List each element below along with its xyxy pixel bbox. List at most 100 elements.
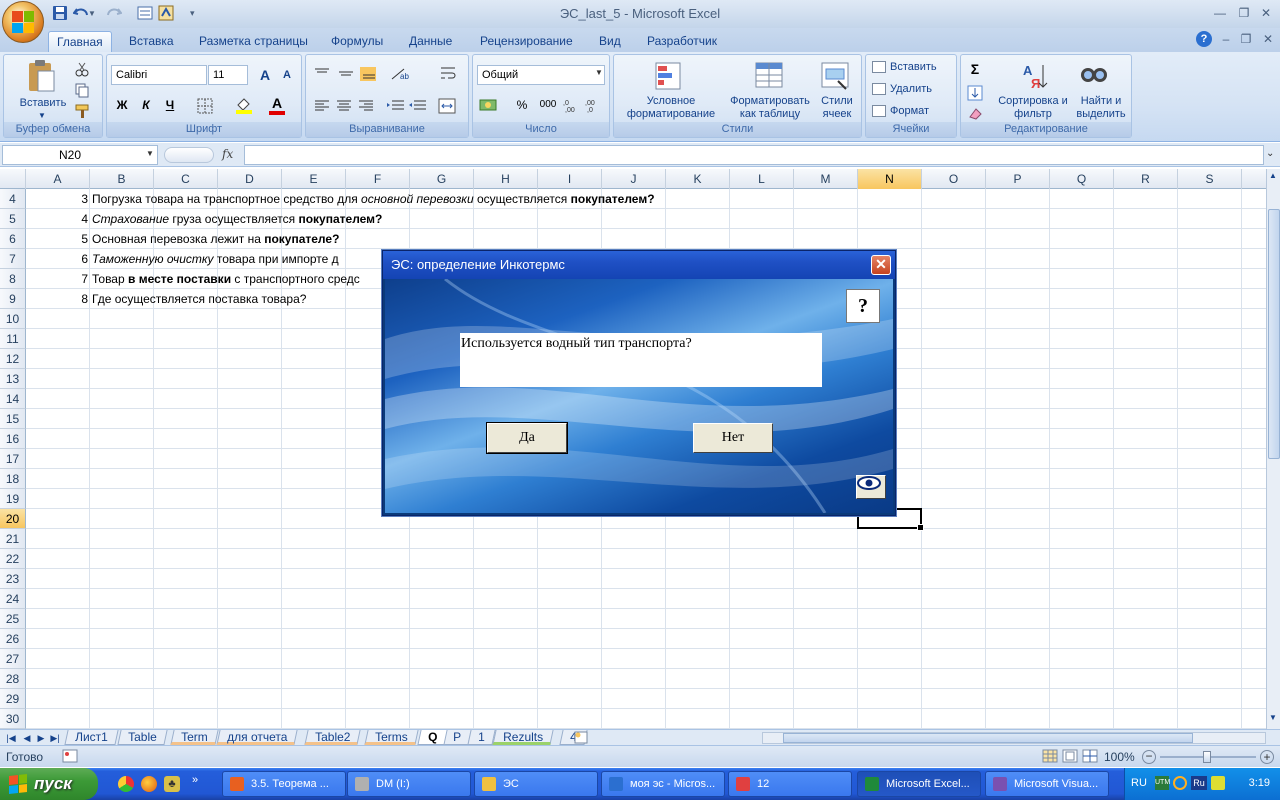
- column-header-f[interactable]: F: [346, 169, 410, 189]
- firefox-icon[interactable]: [141, 776, 157, 792]
- vertical-scrollbar[interactable]: ▲ ▼: [1266, 169, 1280, 729]
- paste-dropdown-icon[interactable]: ▼: [38, 111, 46, 120]
- restore-icon[interactable]: ❐: [1234, 6, 1254, 20]
- align-left-icon[interactable]: [312, 99, 376, 116]
- taskbar-task[interactable]: моя эс - Micros...: [601, 771, 725, 797]
- quicklaunch-more-icon[interactable]: »: [192, 774, 198, 786]
- tab-formulas[interactable]: Формулы: [323, 31, 391, 52]
- find-select-icon[interactable]: [1079, 61, 1109, 94]
- sort-filter-icon[interactable]: AЯ: [1021, 61, 1051, 94]
- column-header-p[interactable]: P: [986, 169, 1050, 189]
- doc-close-icon[interactable]: ✕: [1258, 32, 1278, 46]
- cell-b[interactable]: Товар в месте поставки с транспортного с…: [92, 269, 360, 289]
- row-header-14[interactable]: 14: [0, 389, 26, 409]
- cell-a[interactable]: 7: [26, 269, 90, 289]
- cell-a[interactable]: 6: [26, 249, 90, 269]
- column-header-d[interactable]: D: [218, 169, 282, 189]
- fill-color-icon[interactable]: [235, 96, 253, 117]
- cell-a[interactable]: 3: [26, 189, 90, 209]
- close-icon[interactable]: ✕: [1256, 6, 1276, 20]
- paste-icon[interactable]: [26, 59, 56, 93]
- normal-view-icon[interactable]: [1042, 749, 1058, 766]
- row-header-16[interactable]: 16: [0, 429, 26, 449]
- column-header-h[interactable]: H: [474, 169, 538, 189]
- horizontal-scrollbar[interactable]: [762, 732, 1266, 744]
- row-header-17[interactable]: 17: [0, 449, 26, 469]
- no-button[interactable]: Нет: [693, 423, 773, 453]
- taskbar-task[interactable]: 3.5. Теорема ...: [222, 771, 346, 797]
- cell-a[interactable]: 4: [26, 209, 90, 229]
- orientation-icon[interactable]: ab: [390, 67, 414, 84]
- insert-function-icon[interactable]: fx: [222, 147, 233, 161]
- macro-record-icon[interactable]: [62, 749, 78, 766]
- sheet-tab[interactable]: Q: [417, 730, 448, 745]
- cell-b[interactable]: Где осуществляется поставка товара?: [92, 289, 306, 309]
- dialog-help-button[interactable]: ?: [846, 289, 880, 323]
- vertical-scroll-thumb[interactable]: [1268, 209, 1280, 459]
- page-layout-view-icon[interactable]: [1062, 749, 1078, 766]
- row-header-21[interactable]: 21: [0, 529, 26, 549]
- zoom-in-icon[interactable]: +: [1260, 750, 1274, 764]
- row-header-13[interactable]: 13: [0, 369, 26, 389]
- align-top-icon[interactable]: [312, 67, 378, 84]
- taskbar-task[interactable]: Microsoft Visua...: [985, 771, 1109, 797]
- column-header-g[interactable]: G: [410, 169, 474, 189]
- column-header-s[interactable]: S: [1178, 169, 1242, 189]
- office-button[interactable]: [2, 1, 44, 43]
- copy-icon[interactable]: [74, 82, 90, 101]
- name-box-dropdown-icon[interactable]: ▼: [146, 149, 154, 158]
- prev-sheet-icon[interactable]: ◀: [20, 731, 34, 745]
- taskbar-task[interactable]: Microsoft Excel...: [857, 771, 981, 797]
- name-box[interactable]: N20: [2, 145, 158, 165]
- shrink-font-button[interactable]: A: [277, 65, 297, 85]
- conditional-format-button[interactable]: Условное форматирование: [616, 95, 726, 121]
- minimize-icon[interactable]: —: [1210, 6, 1230, 20]
- find-select-button[interactable]: Найти и выделить: [1071, 95, 1131, 121]
- language-indicator[interactable]: RU: [1131, 777, 1147, 789]
- eye-button[interactable]: [856, 475, 886, 499]
- column-header-r[interactable]: R: [1114, 169, 1178, 189]
- row-header-10[interactable]: 10: [0, 309, 26, 329]
- row-header-18[interactable]: 18: [0, 469, 26, 489]
- row-header-8[interactable]: 8: [0, 269, 26, 289]
- row-header-22[interactable]: 22: [0, 549, 26, 569]
- sheet-tab[interactable]: Rezults: [492, 730, 554, 745]
- tray-app-icon[interactable]: [1173, 776, 1187, 790]
- zoom-slider-thumb[interactable]: [1203, 751, 1211, 763]
- sheet-tab[interactable]: Term: [170, 730, 219, 745]
- merge-center-icon[interactable]: [438, 98, 456, 117]
- next-sheet-icon[interactable]: ▶: [34, 731, 48, 745]
- tab-developer[interactable]: Разработчик: [639, 31, 725, 52]
- taskbar-task[interactable]: 12: [728, 771, 852, 797]
- help-icon[interactable]: ?: [1196, 31, 1212, 47]
- grow-font-button[interactable]: A: [255, 65, 275, 85]
- doc-restore-icon[interactable]: ❐: [1236, 32, 1256, 46]
- row-header-9[interactable]: 9: [0, 289, 26, 309]
- taskbar-task[interactable]: DM (I:): [347, 771, 471, 797]
- row-header-28[interactable]: 28: [0, 669, 26, 689]
- format-cells-button[interactable]: Формат: [890, 105, 952, 118]
- row-header-30[interactable]: 30: [0, 709, 26, 729]
- format-as-table-icon[interactable]: [754, 61, 784, 94]
- cell-a[interactable]: 8: [26, 289, 90, 309]
- insert-cells-button[interactable]: Вставить: [890, 61, 952, 74]
- cell-b[interactable]: Основная перевозка лежит на покупателе?: [92, 229, 339, 249]
- horizontal-scroll-thumb[interactable]: [783, 733, 1193, 743]
- tab-page-layout[interactable]: Разметка страницы: [191, 31, 316, 52]
- app-quicklaunch-icon[interactable]: ♣: [164, 776, 180, 792]
- cut-icon[interactable]: [74, 61, 90, 80]
- row-header-11[interactable]: 11: [0, 329, 26, 349]
- column-header-q[interactable]: Q: [1050, 169, 1114, 189]
- formula-bar-expand-icon[interactable]: ⌄: [1266, 148, 1274, 159]
- sheet-tab[interactable]: Table: [117, 730, 168, 745]
- conditional-format-icon[interactable]: [654, 61, 684, 94]
- tab-view[interactable]: Вид: [591, 31, 629, 52]
- column-header-m[interactable]: M: [794, 169, 858, 189]
- format-as-table-button[interactable]: Форматировать как таблицу: [722, 95, 818, 121]
- cell-b[interactable]: Погрузка товара на транспортное средство…: [92, 189, 655, 209]
- underline-button[interactable]: Ч: [159, 95, 181, 115]
- first-sheet-icon[interactable]: |◀: [4, 731, 18, 745]
- cell-a[interactable]: 5: [26, 229, 90, 249]
- row-header-19[interactable]: 19: [0, 489, 26, 509]
- borders-icon[interactable]: [197, 98, 213, 117]
